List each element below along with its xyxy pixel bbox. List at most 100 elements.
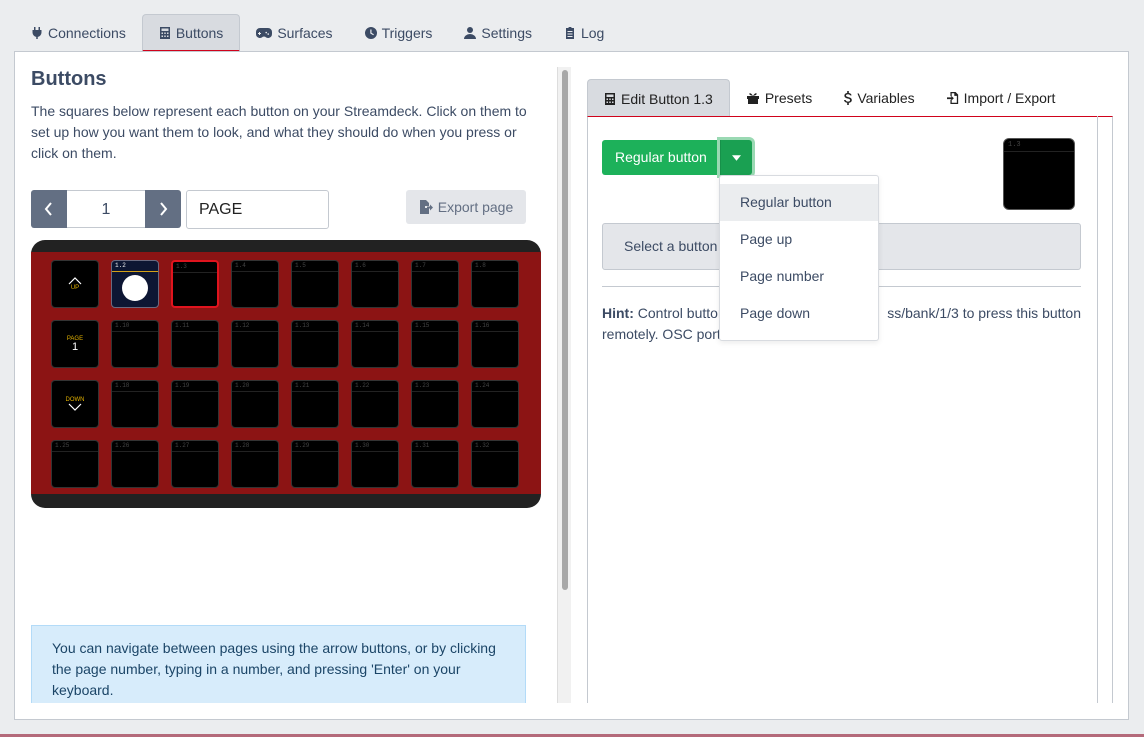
tab-import-export[interactable]: Import / Export bbox=[931, 79, 1072, 117]
grid-key-1-26[interactable]: 1.26 bbox=[111, 440, 159, 488]
grid-key-1-24[interactable]: 1.24 bbox=[471, 380, 519, 428]
grid-key-1-7[interactable]: 1.7 bbox=[411, 260, 459, 308]
grid-key-1-4[interactable]: 1.4 bbox=[231, 260, 279, 308]
button-type-dropdown-toggle[interactable] bbox=[719, 140, 752, 175]
key-label: 1.24 bbox=[475, 382, 490, 389]
key-divider bbox=[352, 271, 398, 272]
tab-buttons[interactable]: Buttons bbox=[141, 14, 241, 52]
tab-edit-button[interactable]: Edit Button 1.3 bbox=[587, 79, 730, 117]
grid-key-1-5[interactable]: 1.5 bbox=[291, 260, 339, 308]
tab-settings-label: Settings bbox=[481, 25, 532, 41]
grid-key-1-25[interactable]: 1.25 bbox=[51, 440, 99, 488]
grid-key-1-15[interactable]: 1.15 bbox=[411, 320, 459, 368]
page-key-number: 1 bbox=[71, 340, 79, 353]
grid-key-1-12[interactable]: 1.12 bbox=[231, 320, 279, 368]
dropdown-item-regular-button[interactable]: Regular button bbox=[720, 184, 878, 221]
key-divider bbox=[472, 451, 518, 452]
file-export-icon bbox=[419, 200, 433, 214]
page-up-key[interactable]: UP bbox=[51, 260, 99, 308]
page-number-key[interactable]: PAGE 1 bbox=[51, 320, 99, 368]
page-navigator: 1 bbox=[31, 190, 181, 228]
key-divider bbox=[52, 451, 98, 452]
buttons-description: The squares below represent each button … bbox=[31, 103, 527, 161]
grid-key-1-29[interactable]: 1.29 bbox=[291, 440, 339, 488]
page-down-key[interactable]: DOWN bbox=[51, 380, 99, 428]
chevron-down-icon bbox=[68, 403, 82, 411]
key-divider bbox=[412, 331, 458, 332]
grid-key-1-18[interactable]: 1.18 bbox=[111, 380, 159, 428]
key-label: 1.15 bbox=[415, 322, 430, 329]
grid-key-1-19[interactable]: 1.19 bbox=[171, 380, 219, 428]
key-label: 1.26 bbox=[115, 442, 130, 449]
tab-variables-label: Variables bbox=[857, 90, 915, 106]
tab-surfaces[interactable]: Surfaces bbox=[240, 14, 348, 52]
grid-key-1-6[interactable]: 1.6 bbox=[351, 260, 399, 308]
key-label: 1.21 bbox=[295, 382, 310, 389]
tab-buttons-label: Buttons bbox=[175, 24, 224, 41]
scrollbar-thumb[interactable] bbox=[562, 70, 568, 590]
chevron-left-icon bbox=[44, 202, 52, 216]
export-page-button[interactable]: Export page bbox=[406, 190, 526, 224]
grid-key-1-16[interactable]: 1.16 bbox=[471, 320, 519, 368]
grid-key-1-32[interactable]: 1.32 bbox=[471, 440, 519, 488]
tab-variables[interactable]: Variables bbox=[828, 79, 930, 117]
regular-button-toggle[interactable]: Regular button bbox=[602, 140, 720, 175]
tab-log[interactable]: Log bbox=[548, 14, 620, 52]
key-divider bbox=[292, 271, 338, 272]
tab-presets[interactable]: Presets bbox=[730, 79, 828, 117]
key-divider bbox=[352, 331, 398, 332]
dropdown-item-page-down[interactable]: Page down bbox=[720, 295, 878, 332]
grid-key-1-22[interactable]: 1.22 bbox=[351, 380, 399, 428]
button-type-selector: Regular button bbox=[602, 140, 752, 175]
grid-key-1-2[interactable]: 1.2 bbox=[111, 260, 159, 308]
key-label: 1.3 bbox=[176, 263, 187, 270]
hint-text-right: ss/bank/1/3 to press this button bbox=[887, 305, 1081, 321]
grid-key-1-21[interactable]: 1.21 bbox=[291, 380, 339, 428]
key-divider bbox=[352, 391, 398, 392]
caret-down-icon bbox=[731, 154, 741, 161]
key-divider bbox=[472, 271, 518, 272]
grid-key-1-3[interactable]: 1.3 bbox=[171, 260, 219, 308]
key-label: 1.32 bbox=[475, 442, 490, 449]
grid-key-1-13[interactable]: 1.13 bbox=[291, 320, 339, 368]
key-divider bbox=[112, 391, 158, 392]
grid-key-1-10[interactable]: 1.10 bbox=[111, 320, 159, 368]
page-number-input[interactable]: 1 bbox=[67, 190, 145, 228]
grid-key-1-11[interactable]: 1.11 bbox=[171, 320, 219, 368]
grid-key-1-23[interactable]: 1.23 bbox=[411, 380, 459, 428]
left-scrollbar[interactable] bbox=[557, 67, 571, 703]
next-page-button[interactable] bbox=[145, 190, 181, 228]
key-label: 1.20 bbox=[235, 382, 250, 389]
tab-settings[interactable]: Settings bbox=[448, 14, 548, 52]
tab-triggers[interactable]: Triggers bbox=[349, 14, 449, 52]
tab-edit-button-label: Edit Button 1.3 bbox=[621, 90, 713, 107]
grid-key-1-30[interactable]: 1.30 bbox=[351, 440, 399, 488]
dropdown-item-page-up[interactable]: Page up bbox=[720, 221, 878, 258]
grid-key-1-28[interactable]: 1.28 bbox=[231, 440, 279, 488]
hint-label: Hint: bbox=[602, 305, 634, 321]
grid-key-1-14[interactable]: 1.14 bbox=[351, 320, 399, 368]
gamepad-icon bbox=[256, 28, 273, 38]
key-divider bbox=[412, 391, 458, 392]
page-name-input[interactable]: PAGE bbox=[186, 190, 329, 229]
key-divider bbox=[173, 272, 217, 273]
clipboard-icon bbox=[565, 27, 574, 39]
user-cog-icon bbox=[464, 27, 477, 39]
chevron-right-icon bbox=[160, 202, 168, 216]
grid-key-1-27[interactable]: 1.27 bbox=[171, 440, 219, 488]
tab-connections[interactable]: Connections bbox=[15, 14, 142, 52]
key-divider bbox=[352, 451, 398, 452]
key-divider bbox=[232, 271, 278, 272]
grid-key-1-20[interactable]: 1.20 bbox=[231, 380, 279, 428]
dropdown-item-page-number[interactable]: Page number bbox=[720, 258, 878, 295]
prev-page-button[interactable] bbox=[31, 190, 67, 228]
key-label: 1.28 bbox=[235, 442, 250, 449]
grid-key-1-31[interactable]: 1.31 bbox=[411, 440, 459, 488]
key-divider bbox=[172, 331, 218, 332]
streamdeck-device: UP 1.2 1.3 1.4 1.5 1.6 1.7 1.8 PAGE 1 1.… bbox=[31, 240, 541, 508]
button-type-dropdown-menu: Regular button Page up Page number Page … bbox=[719, 175, 879, 341]
grid-key-1-8[interactable]: 1.8 bbox=[471, 260, 519, 308]
key-label: 1.10 bbox=[115, 322, 130, 329]
key-label: 1.27 bbox=[175, 442, 190, 449]
key-divider bbox=[292, 451, 338, 452]
